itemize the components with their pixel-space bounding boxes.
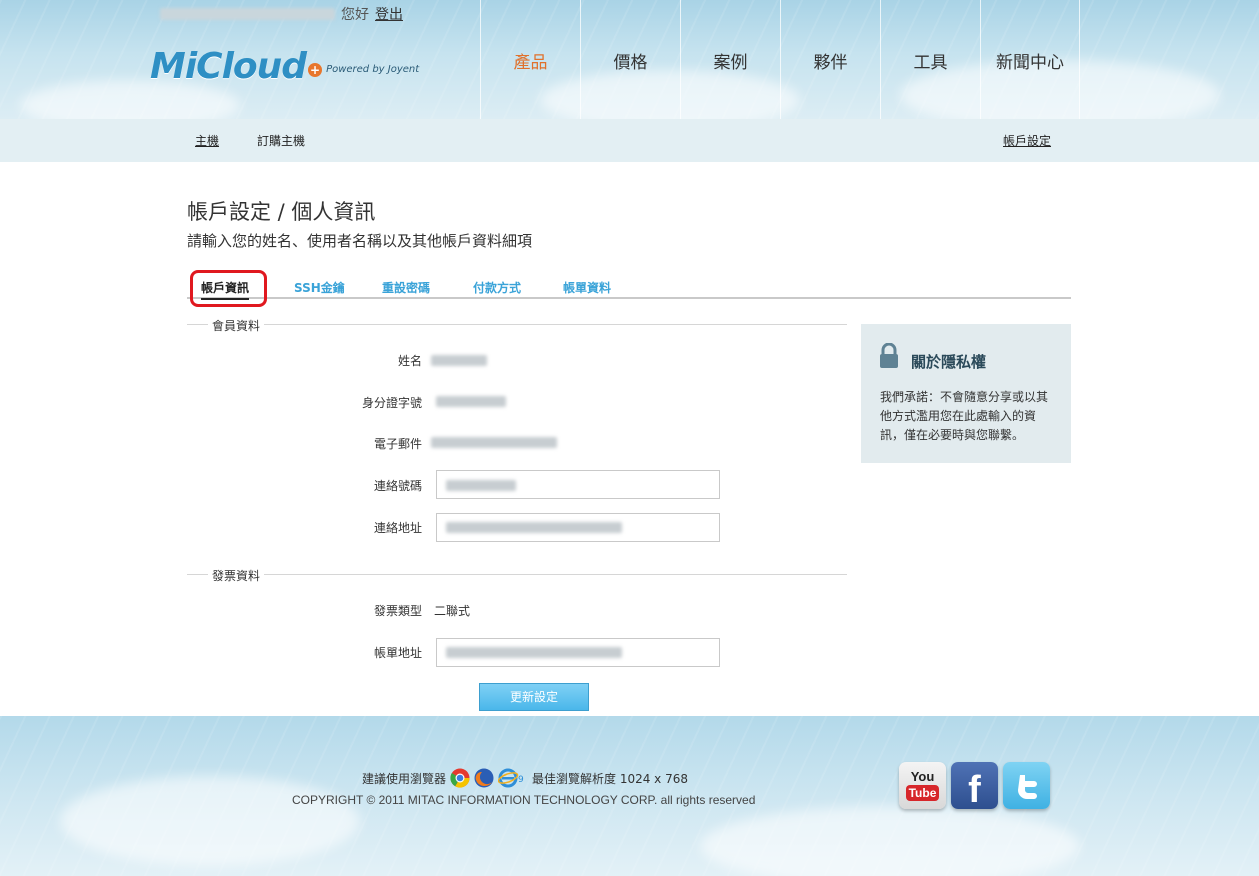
ie-version-text: 9: [518, 775, 524, 785]
email-label: 電子郵件: [373, 437, 422, 451]
ie9-icon: 9: [498, 768, 524, 788]
logo-text: MiCloud: [150, 46, 307, 87]
phone-label: 連絡號碼: [373, 479, 422, 493]
nav-item-tools[interactable]: 工具: [880, 0, 980, 119]
privacy-text: 我們承諾：不會隨意分享或以其他方式濫用您在此處輸入的資訊，僅在必要時與您聯繫。: [880, 390, 1049, 442]
sub-nav: 主機 訂購主機 帳戶設定: [0, 119, 1259, 162]
id-number-label: 身分證字號: [361, 396, 422, 410]
id-number-value-redacted: [436, 396, 506, 407]
tab-account-info[interactable]: 帳戶資訊: [201, 279, 250, 300]
subnav-order-host-link[interactable]: 訂購主機: [257, 132, 305, 149]
tab-billing-info[interactable]: 帳單資料: [563, 279, 611, 296]
logout-link[interactable]: 登出: [375, 4, 403, 24]
privacy-panel: 關於隱私權 我們承諾：不會隨意分享或以其他方式濫用您在此處輸入的資訊，僅在必要時…: [861, 324, 1071, 463]
username-redacted: [160, 8, 335, 20]
youtube-label-top: You: [910, 769, 935, 784]
recommended-browsers: 建議使用瀏覽器 9 最佳瀏覽解析度 1024 x 768: [362, 768, 688, 788]
name-value-redacted: [431, 355, 487, 366]
greeting-text: 您好: [341, 7, 369, 23]
youtube-icon[interactable]: You Tube: [899, 762, 946, 809]
main-nav: 產品 價格 案例 夥伴 工具 新聞中心: [480, 0, 1080, 119]
account-tabs: 帳戶資訊 SSH金鑰 重設密碼 付款方式 帳單資料: [187, 270, 1071, 307]
logo-plus-icon: +: [308, 63, 323, 77]
subnav-account-settings-link[interactable]: 帳戶設定: [1003, 132, 1051, 149]
nav-item-cases[interactable]: 案例: [680, 0, 780, 119]
footer-cloud: [60, 776, 360, 866]
nav-item-products[interactable]: 產品: [480, 0, 580, 119]
resolution-text: 最佳瀏覽解析度 1024 x 768: [532, 771, 689, 786]
facebook-icon[interactable]: f: [951, 762, 998, 811]
tab-payment-method[interactable]: 付款方式: [473, 279, 521, 296]
firefox-icon: [474, 768, 494, 788]
nav-item-pricing[interactable]: 價格: [580, 0, 680, 119]
page-title: 帳戶設定 / 個人資訊: [187, 200, 376, 224]
subnav-host-link[interactable]: 主機: [195, 132, 219, 149]
copyright-text: COPYRIGHT © 2011 MITAC INFORMATION TECHN…: [292, 793, 756, 807]
powered-by-text: Powered by Joyent: [326, 64, 420, 75]
chrome-icon: [450, 768, 470, 788]
privacy-title: 關於隱私權: [911, 353, 987, 371]
email-value-redacted: [431, 437, 557, 448]
invoice-type-label: 發票類型: [373, 604, 422, 618]
address-label: 連絡地址: [373, 521, 422, 535]
member-section-label: 會員資料: [208, 317, 265, 334]
footer-cloud: [700, 806, 1080, 876]
invoice-type-value: 二聯式: [434, 604, 471, 618]
update-settings-button[interactable]: 更新設定: [479, 683, 589, 711]
browser-prefix-text: 建議使用瀏覽器: [362, 771, 447, 786]
member-section-divider: [187, 324, 847, 325]
invoice-section-divider: [187, 574, 847, 575]
site-footer: 建議使用瀏覽器 9 最佳瀏覽解析度 1024 x 768 COPYRIGHT ©…: [0, 716, 1259, 876]
page-subtitle: 請輸入您的姓名、使用者名稱以及其他帳戶資料細項: [187, 232, 533, 250]
name-label: 姓名: [397, 354, 422, 368]
twitter-icon[interactable]: [1003, 762, 1050, 809]
phone-value-redacted: [446, 480, 516, 491]
twitter-t-icon: [1017, 774, 1037, 799]
lock-icon: [880, 343, 898, 368]
nav-item-news[interactable]: 新聞中心: [980, 0, 1080, 119]
facebook-letter: f: [968, 769, 981, 811]
micloud-logo[interactable]: MiCloud + Powered by Joyent: [150, 46, 419, 87]
site-header: 您好 登出 MiCloud + Powered by Joyent 產品 價格 …: [0, 0, 1259, 119]
nav-item-partners[interactable]: 夥伴: [780, 0, 880, 119]
user-bar: 您好 登出: [160, 4, 403, 24]
tab-ssh-keys[interactable]: SSH金鑰: [294, 279, 345, 296]
invoice-section-label: 發票資料: [208, 567, 265, 584]
billing-address-value-redacted: [446, 647, 622, 658]
tab-reset-password[interactable]: 重設密碼: [382, 279, 430, 296]
billing-address-label: 帳單地址: [373, 646, 422, 660]
youtube-label-bottom: Tube: [905, 785, 940, 801]
address-value-redacted: [446, 522, 622, 533]
